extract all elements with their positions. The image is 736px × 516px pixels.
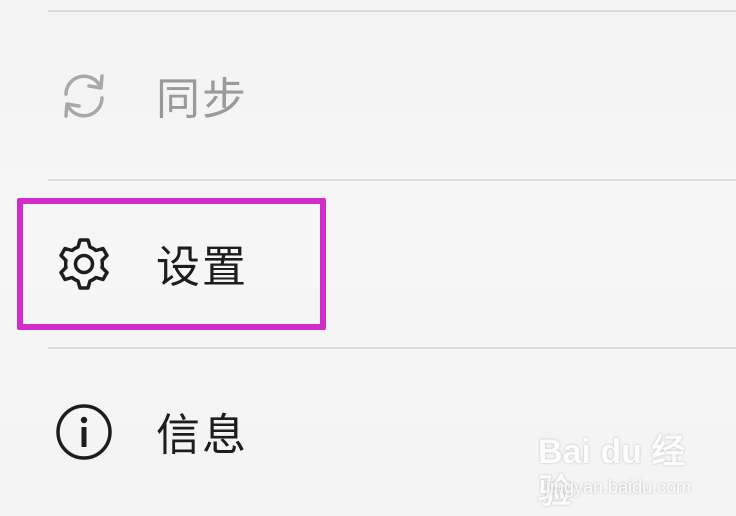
- watermark-url: jingyan.baidu.com: [546, 477, 692, 497]
- menu-item-sync[interactable]: 同步: [0, 28, 736, 168]
- info-icon: [52, 400, 116, 464]
- menu-item-label: 信息: [156, 410, 248, 461]
- watermark-brand: Bai du 经验: [538, 433, 686, 511]
- divider: [48, 10, 736, 12]
- sync-icon: [52, 64, 116, 128]
- highlight-box: [17, 198, 326, 330]
- divider: [48, 179, 736, 181]
- menu-item-label: 同步: [156, 74, 248, 125]
- baidu-jingyan-watermark: Bai du 经验 jingyan.baidu.com: [518, 432, 698, 511]
- divider: [48, 347, 736, 349]
